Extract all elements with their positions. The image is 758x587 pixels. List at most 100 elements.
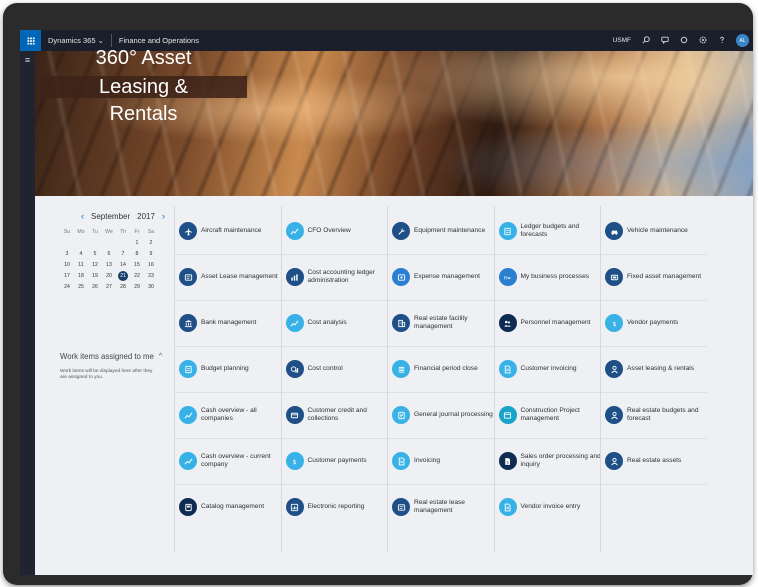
tile-separator (494, 484, 601, 485)
workspace-tile[interactable]: CFO Overview (285, 216, 390, 246)
help-icon[interactable] (717, 36, 726, 46)
app-launcher-button[interactable] (20, 30, 41, 51)
calendar-day[interactable]: 3 (60, 248, 74, 259)
tile-label: Asset leasing & rentals (627, 365, 695, 372)
calendar-day[interactable]: 11 (74, 259, 88, 270)
calendar-day[interactable]: 16 (144, 259, 158, 270)
calendar-day[interactable]: 17 (60, 270, 74, 281)
company-picker[interactable]: USMF (613, 37, 631, 44)
workspace-tile[interactable]: $ Sales order processing and inquiry (498, 446, 603, 476)
calendar-day[interactable]: 6 (102, 248, 116, 259)
workspace-tile[interactable]: Aircraft maintenance (179, 216, 283, 246)
budget-icon (179, 360, 197, 378)
calendar-day[interactable]: 26 (88, 281, 102, 292)
calendar-day[interactable]: 1 (130, 237, 144, 248)
tile-separator (494, 392, 601, 393)
work-items-header[interactable]: Work items assigned to me ^ (60, 352, 172, 361)
search-icon[interactable] (641, 35, 650, 46)
calendar-day[interactable]: 15 (130, 259, 144, 270)
workspace-tile[interactable]: Cost control (285, 354, 390, 384)
calendar-day[interactable]: 7 (116, 248, 130, 259)
calendar-day-today[interactable]: 21 (118, 270, 128, 281)
settings-icon[interactable] (698, 36, 707, 46)
workspace-tile[interactable]: Catalog management (179, 492, 283, 522)
workspace-tile[interactable]: Cash overview - current company (179, 446, 283, 476)
workspace-tile[interactable]: $ Vendor payments (605, 308, 709, 338)
calendar-empty-cell (88, 237, 102, 248)
workspace-tile[interactable]: Fixed asset management (605, 262, 709, 292)
tile-label: General journal processing (414, 411, 493, 418)
workspace-tile[interactable]: Equipment maintenance (392, 216, 496, 246)
calendar-prev-month-icon[interactable]: ‹ (81, 211, 84, 221)
calendar-day[interactable]: 18 (74, 270, 88, 281)
workspace-tile[interactable]: Asset Lease management (179, 262, 283, 292)
chart-icon (179, 406, 197, 424)
product-name[interactable]: Dynamics 365 ⌄ (48, 36, 104, 45)
document-icon (498, 498, 517, 516)
calendar-day[interactable]: 8 (130, 248, 144, 259)
calendar-day[interactable]: 27 (102, 281, 116, 292)
workspace-tile[interactable]: Real estate facility management (392, 308, 496, 338)
calendar-day[interactable]: 4 (74, 248, 88, 259)
calendar-day[interactable]: 12 (88, 259, 102, 270)
workspace-tile[interactable]: Vendor invoice entry (498, 492, 603, 522)
calendar-day[interactable]: 24 (60, 281, 74, 292)
tile-separator (388, 346, 494, 347)
calendar-day[interactable]: 5 (88, 248, 102, 259)
calendar-day[interactable]: 25 (74, 281, 88, 292)
user-avatar[interactable]: AL (736, 34, 749, 47)
svg-text:$: $ (506, 460, 508, 464)
work-items-panel: Work items assigned to me ^ Work items w… (60, 352, 172, 382)
calendar-day[interactable]: 10 (60, 259, 74, 270)
workspace-tile[interactable]: General journal processing (392, 400, 496, 430)
chevron-up-icon[interactable]: ^ (159, 353, 162, 360)
calendar-day[interactable]: 23 (144, 270, 158, 281)
workspace-tile[interactable]: Construction Project management (498, 400, 603, 430)
workspace-tile[interactable]: Invoicing (392, 446, 496, 476)
workspace-tile[interactable]: Cost analysis (285, 308, 390, 338)
calendar-day[interactable]: 30 (144, 281, 158, 292)
chat-icon[interactable] (660, 36, 669, 46)
workspace-tile[interactable]: Customer credit and collections (285, 400, 390, 430)
workspace-tile[interactable]: Vehicle maintenance (605, 216, 709, 246)
calendar-day[interactable]: 20 (102, 270, 116, 281)
workspace-tile[interactable]: Real estate assets (605, 446, 709, 476)
workspace-tile[interactable]: Customer invoicing (498, 354, 603, 384)
workspace-tile[interactable]: Expense management (392, 262, 496, 292)
workspace-tile[interactable]: Budget planning (179, 354, 283, 384)
calendar-day[interactable]: 22 (130, 270, 144, 281)
chart-icon (179, 452, 197, 470)
workspace-tile[interactable]: Financial period close (392, 354, 496, 384)
payment-icon: $ (285, 452, 304, 470)
workspace-tile[interactable]: Electronic reporting (285, 492, 390, 522)
control-icon (285, 360, 304, 378)
tile-label: CFO Overview (307, 227, 351, 234)
workspace-tile[interactable]: Personnel management (498, 308, 603, 338)
workspace-tile[interactable]: Asset leasing & rentals (605, 354, 709, 384)
document-icon (392, 452, 410, 470)
project-icon (498, 406, 517, 424)
calendar-weekday: Th (119, 228, 127, 235)
tile-separator (494, 346, 601, 347)
hamburger-menu-icon[interactable]: ≡ (20, 55, 35, 65)
workspace-tile[interactable]: Real estate budgets and forecast (605, 400, 709, 430)
waffle-icon (26, 36, 35, 45)
calendar-day[interactable]: 28 (116, 281, 130, 292)
calendar-day[interactable]: 14 (116, 259, 130, 270)
calendar-day[interactable]: 9 (144, 248, 158, 259)
workspace-tile[interactable]: R≡ My business processes (498, 262, 603, 292)
workspace-tile[interactable]: Ledger budgets and forecasts (498, 216, 603, 246)
workspace-tile[interactable]: $ Customer payments (285, 446, 390, 476)
workspace-tile[interactable]: Real estate lease management (392, 492, 496, 522)
calendar-next-month-icon[interactable]: › (162, 211, 165, 221)
calendar-day[interactable]: 29 (130, 281, 144, 292)
calendar-day[interactable]: 2 (144, 237, 158, 248)
workspace-tile[interactable]: Cash overview - all companies (179, 400, 283, 430)
workspace-tile[interactable]: Cost accounting ledger administration (285, 262, 390, 292)
notifications-icon[interactable] (679, 36, 688, 46)
workspace-tile[interactable]: Bank management (179, 308, 283, 338)
tile-separator (175, 438, 281, 439)
calendar-day[interactable]: 19 (88, 270, 102, 281)
person-icon (605, 360, 623, 378)
calendar-day[interactable]: 13 (102, 259, 116, 270)
